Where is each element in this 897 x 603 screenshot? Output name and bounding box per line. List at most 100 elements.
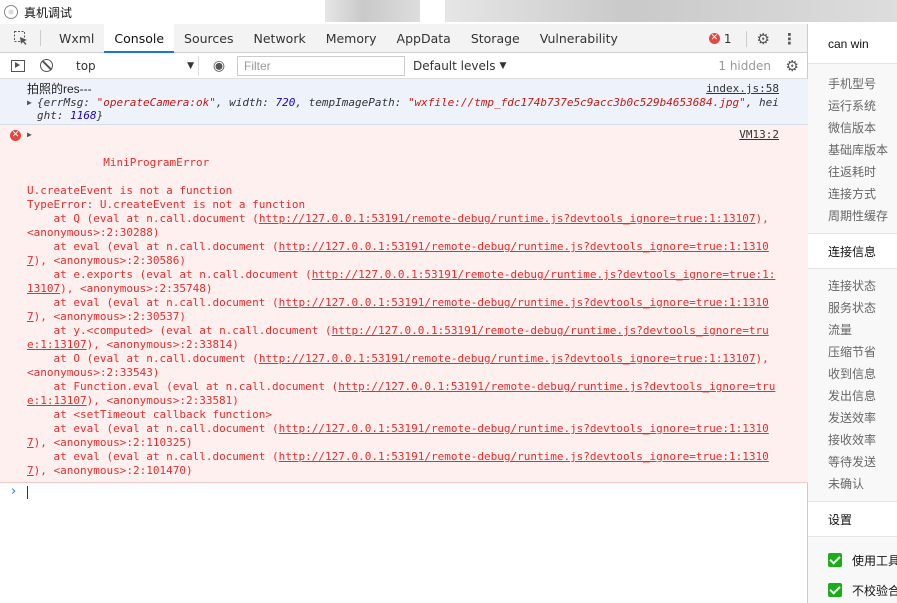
stack-frame-location: ), <anonymous>:2:33814)	[86, 338, 239, 351]
connection-info-item: 压缩节省	[828, 345, 877, 359]
text-cursor	[27, 486, 28, 499]
log-levels-dropdown[interactable]: Default levels ▼	[413, 59, 506, 73]
error-count: 1	[723, 31, 732, 46]
tabbar-right: ✕ 1 ⚙ ⋮	[708, 24, 807, 53]
stack-frame-location: ), <anonymous>:2:30537)	[33, 310, 186, 323]
connection-info-item: 连接状态	[828, 279, 877, 293]
checkbox-label: 不校验合	[852, 583, 897, 598]
log-levels-label: Default levels	[413, 58, 496, 73]
device-info-item: 往返耗时	[828, 165, 877, 179]
hidden-count: 1 hidden	[718, 58, 771, 73]
blurred-region	[445, 0, 897, 22]
settings-list: 使用工具 不校验合	[808, 537, 897, 603]
stack-frame-link[interactable]: http://127.0.0.1:53191/remote-debug/runt…	[259, 352, 756, 365]
filter-input[interactable]: Filter	[237, 55, 405, 76]
blurred-region	[325, 0, 420, 22]
stack-frame: at eval (eval at n.call.document (http:/…	[27, 422, 780, 450]
error-icon: ✕	[708, 33, 720, 44]
device-info-item: 手机型号	[828, 77, 877, 91]
caret-down-icon: ▼	[187, 60, 194, 71]
console-log-message: index.js:58 拍照的res--- ▶ {errMsg: "operat…	[0, 79, 808, 125]
console-sidebar-button[interactable]	[4, 53, 32, 79]
tab-console[interactable]: Console	[104, 24, 175, 53]
stack-frame-text: at <setTimeout callback function>	[27, 408, 273, 421]
settings-checkbox-row[interactable]: 使用工具	[808, 545, 897, 575]
error-header[interactable]: ▶ MiniProgramError	[27, 128, 780, 184]
stack-frame: at O (eval at n.call.document (http://12…	[27, 352, 780, 380]
error-type-line: TypeError: U.createEvent is not a functi…	[27, 198, 306, 211]
tab-wxml[interactable]: Wxml	[49, 24, 104, 52]
stack-frame-link[interactable]: http://127.0.0.1:53191/remote-debug/runt…	[259, 212, 756, 225]
tab-storage[interactable]: Storage	[461, 24, 530, 52]
stack-frame: at eval (eval at n.call.document (http:/…	[27, 296, 780, 324]
stack-frame: at y.<computed> (eval at n.call.document…	[27, 324, 780, 352]
live-expression-icon[interactable]: ◉	[209, 58, 229, 74]
error-icon: ✕	[10, 130, 21, 141]
stack-frame-text: at eval (eval at n.call.document (	[27, 240, 279, 253]
checkbox-checked-icon[interactable]	[828, 583, 842, 597]
console-error-message: ✕ VM13:2 ▶ MiniProgramError U.createEven…	[0, 125, 808, 483]
panel-header: can win	[808, 24, 897, 64]
stack-frame: at Function.eval (eval at n.call.documen…	[27, 380, 780, 408]
connection-info-list: 连接状态 服务状态 流量 压缩节省 收到信息 发出信息 发送效率 接收效率 等待发送 未确认	[808, 269, 897, 495]
expand-triangle-icon[interactable]: ▶	[27, 128, 32, 142]
stack-trace: at Q (eval at n.call.document (http://12…	[27, 212, 780, 478]
stack-frame-text: at Q (eval at n.call.document (	[27, 212, 259, 225]
connection-info-item: 发送效率	[828, 411, 877, 425]
clear-console-button[interactable]	[32, 53, 60, 79]
title-bar: 真机调试	[0, 0, 897, 24]
settings-gear-icon[interactable]: ⚙	[786, 57, 799, 75]
error-name: MiniProgramError	[103, 156, 210, 169]
stack-frame-location: ), <anonymous>:2:30586)	[33, 254, 186, 267]
stack-frame-location: ), <anonymous>:2:33581)	[86, 394, 239, 407]
inspect-element-icon[interactable]	[10, 24, 32, 52]
console-output: index.js:58 拍照的res--- ▶ {errMsg: "operat…	[0, 79, 808, 603]
device-info-item: 基础库版本	[828, 143, 889, 157]
toolbar-divider	[40, 30, 41, 46]
device-info-panel: can win 手机型号 运行系统 微信版本 基础库版本 往返耗时 连接方式 周期性缓存 连…	[808, 24, 897, 603]
tab-appdata[interactable]: AppData	[387, 24, 461, 52]
connection-info-item: 发出信息	[828, 389, 877, 403]
connection-info-item: 接收效率	[828, 433, 877, 447]
expand-triangle-icon[interactable]: ▶	[27, 96, 32, 109]
console-prompt[interactable]: ›	[0, 483, 808, 501]
connection-info-item: 服务状态	[828, 301, 877, 315]
settings-checkbox-row[interactable]: 不校验合	[808, 575, 897, 603]
prompt-chevron-icon: ›	[11, 484, 17, 499]
console-toolbar: top ▼ ◉ Filter Default levels ▼ 1 hidden…	[0, 53, 807, 79]
stack-frame-text: at Function.eval (eval at n.call.documen…	[27, 380, 339, 393]
error-count-badge[interactable]: ✕ 1	[708, 31, 732, 46]
console-sidebar-icon	[11, 59, 25, 72]
stack-frame-text: at eval (eval at n.call.document (	[27, 296, 279, 309]
stack-frame-text: at eval (eval at n.call.document (	[27, 450, 279, 463]
checkbox-label: 使用工具	[852, 553, 897, 568]
stack-frame: at eval (eval at n.call.document (http:/…	[27, 450, 780, 478]
stack-frame: at e.exports (eval at n.call.document (h…	[27, 268, 780, 296]
connection-info-item: 流量	[828, 323, 853, 337]
tab-sources[interactable]: Sources	[174, 24, 243, 52]
tab-memory[interactable]: Memory	[316, 24, 387, 52]
connection-info-item: 收到信息	[828, 367, 877, 381]
settings-gear-icon[interactable]: ⚙	[757, 30, 770, 48]
device-info-list: 手机型号 运行系统 微信版本 基础库版本 往返耗时 连接方式 周期性缓存	[808, 64, 897, 227]
logged-object[interactable]: ▶ {errMsg: "operateCamera:ok", width: 72…	[27, 96, 780, 122]
stack-frame-text: at eval (eval at n.call.document (	[27, 422, 279, 435]
clear-console-icon	[39, 59, 53, 72]
device-info-item: 连接方式	[828, 187, 877, 201]
error-message: U.createEvent is not a function	[27, 184, 233, 197]
stack-frame: at eval (eval at n.call.document (http:/…	[27, 240, 780, 268]
checkbox-checked-icon[interactable]	[828, 553, 842, 567]
log-text: 拍照的res---	[27, 82, 92, 96]
context-select[interactable]: top ▼	[64, 55, 199, 76]
source-link[interactable]: index.js:58	[706, 82, 779, 95]
stack-frame-text: at e.exports (eval at n.call.document (	[27, 268, 312, 281]
tab-network[interactable]: Network	[244, 24, 316, 52]
device-info-item: 周期性缓存	[828, 209, 889, 223]
section-connection-title: 连接信息	[808, 233, 897, 269]
stack-frame: at Q (eval at n.call.document (http://12…	[27, 212, 780, 240]
stack-frame-location: ), <anonymous>:2:101470)	[33, 464, 193, 477]
tab-vulnerability[interactable]: Vulnerability	[530, 24, 628, 52]
more-options-icon[interactable]: ⋮	[782, 30, 797, 48]
device-info-item: 运行系统	[828, 99, 877, 113]
devtools-window: 真机调试 Wxml Console Sources Network Memory…	[0, 0, 897, 603]
